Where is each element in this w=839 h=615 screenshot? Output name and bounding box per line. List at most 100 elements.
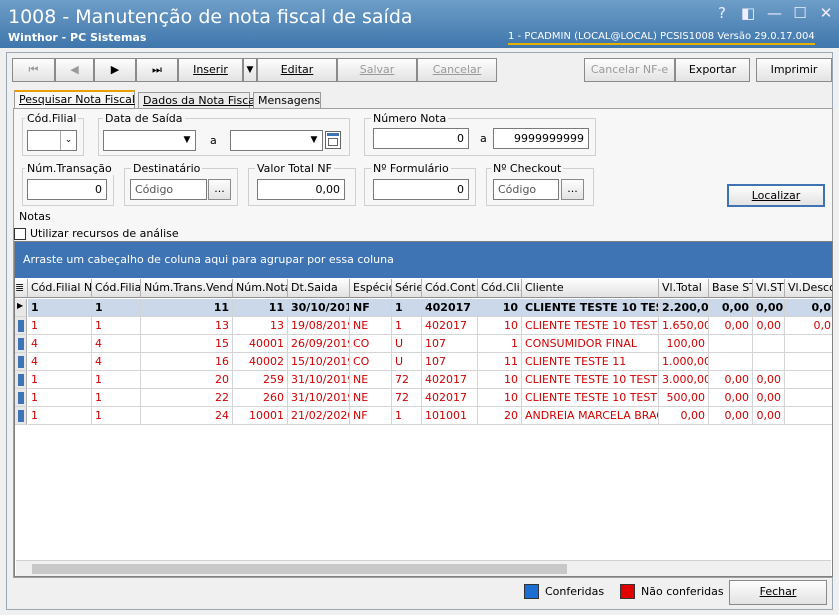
- column-header[interactable]: Cód.Filial: [92, 279, 141, 298]
- table-cell: 22: [141, 389, 233, 407]
- num-formulario-label: Nº Formulário: [371, 162, 451, 175]
- destinatario-input[interactable]: Código: [130, 179, 207, 200]
- fechar-button[interactable]: Fechar: [729, 580, 827, 605]
- column-header[interactable]: Vl.ST: [753, 279, 785, 298]
- column-header[interactable]: Série: [392, 279, 422, 298]
- checkout-search-button[interactable]: ...: [561, 179, 584, 200]
- column-header[interactable]: Vl.Descon: [785, 279, 832, 298]
- column-header[interactable]: Dt.Saida: [288, 279, 350, 298]
- cod-filial-select[interactable]: ⌄: [27, 130, 77, 151]
- restore-layout-icon[interactable]: ◧: [741, 4, 755, 22]
- minimize-icon[interactable]: —: [767, 4, 782, 22]
- table-cell: CLIENTE TESTE 11: [522, 353, 659, 371]
- column-header[interactable]: Espécie: [350, 279, 392, 298]
- table-cell: 0,00: [753, 317, 785, 335]
- column-header[interactable]: Vl.Total: [659, 279, 709, 298]
- nav-first-button[interactable]: ⏮: [12, 58, 55, 82]
- table-cell: CLIENTE TESTE 10 TESTE: [522, 371, 659, 389]
- table-cell: NE: [350, 317, 392, 335]
- tab-pesquisar[interactable]: Pesquisar Nota Fiscal: [14, 90, 135, 109]
- row-indicator: [15, 353, 27, 371]
- nav-last-button[interactable]: ⏭: [136, 58, 178, 82]
- scrollbar-thumb[interactable]: [32, 564, 567, 574]
- maximize-icon[interactable]: ☐: [793, 4, 807, 22]
- toolbar: ⏮ ◀ ▶ ⏭ Inserir ▼ Editar Salvar Cancelar…: [12, 58, 834, 84]
- cod-filial-label: Cód.Filial: [25, 112, 79, 125]
- table-cell: 101001: [422, 407, 478, 425]
- calendar-icon[interactable]: [325, 131, 341, 149]
- table-cell: NF: [350, 407, 392, 425]
- num-checkout-label: Nº Checkout: [491, 162, 564, 175]
- table-cell: 72: [392, 389, 422, 407]
- table-cell: 0,00: [709, 371, 753, 389]
- num-transacao-input[interactable]: 0: [27, 179, 107, 200]
- column-header[interactable]: Núm.Trans.Venda: [141, 279, 233, 298]
- table-cell: U: [392, 353, 422, 371]
- column-header[interactable]: Núm.Nota: [233, 279, 288, 298]
- table-cell: 0,0: [785, 317, 832, 335]
- table-cell: [753, 335, 785, 353]
- data-saida-from-input[interactable]: ▼: [103, 130, 196, 151]
- inserir-button[interactable]: Inserir: [178, 58, 243, 82]
- tab-mensagens[interactable]: Mensagens: [253, 92, 321, 109]
- row-indicator: [15, 389, 27, 407]
- column-chooser-icon[interactable]: ≣: [15, 279, 28, 298]
- inserir-dropdown-button[interactable]: ▼: [243, 58, 257, 82]
- row-indicator: [15, 317, 27, 335]
- table-cell: [785, 371, 832, 389]
- table-cell: 11: [233, 299, 288, 317]
- table-cell: U: [392, 335, 422, 353]
- salvar-button[interactable]: Salvar: [337, 58, 417, 82]
- column-header[interactable]: Cliente: [522, 279, 659, 298]
- help-icon[interactable]: ?: [715, 4, 729, 22]
- table-cell: 11: [478, 353, 522, 371]
- numero-nota-from-input[interactable]: 0: [373, 128, 469, 149]
- table-cell: 1.000,00: [659, 353, 709, 371]
- nav-prev-button[interactable]: ◀: [55, 58, 94, 82]
- table-cell: 0,00: [753, 389, 785, 407]
- table-cell: 4: [28, 335, 92, 353]
- window-title: 1008 - Manutenção de nota fiscal de saíd…: [8, 6, 413, 28]
- table-cell: [785, 407, 832, 425]
- row-indicator: ▶: [15, 299, 27, 317]
- close-icon[interactable]: ✕: [819, 4, 833, 22]
- row-status-marker: ▶: [17, 301, 24, 310]
- numero-nota-to-input[interactable]: 9999999999: [493, 128, 589, 149]
- num-formulario-input[interactable]: 0: [373, 179, 469, 200]
- num-checkout-input[interactable]: Código: [493, 179, 559, 200]
- table-cell: 402017: [422, 299, 478, 317]
- exportar-button[interactable]: Exportar: [675, 58, 750, 82]
- table-cell: 3.000,00: [659, 371, 709, 389]
- analise-checkbox[interactable]: [14, 228, 26, 240]
- conferidas-swatch: [524, 584, 539, 599]
- column-header[interactable]: Cód.Filial NF: [28, 279, 92, 298]
- table-cell: 24: [141, 407, 233, 425]
- tab-dados-nota[interactable]: Dados da Nota Fiscal: [138, 92, 258, 109]
- editar-button[interactable]: Editar: [257, 58, 337, 82]
- imprimir-button[interactable]: Imprimir: [756, 58, 832, 82]
- table-cell: CONSUMIDOR FINAL: [522, 335, 659, 353]
- nav-next-button[interactable]: ▶: [94, 58, 136, 82]
- table-cell: 0,00: [753, 371, 785, 389]
- group-by-area[interactable]: Arraste um cabeçalho de coluna aqui para…: [15, 242, 832, 278]
- table-cell: 402017: [422, 317, 478, 335]
- table-cell: CO: [350, 335, 392, 353]
- column-header[interactable]: Base ST: [709, 279, 753, 298]
- table-cell: 107: [422, 335, 478, 353]
- legend-conferidas: Conferidas: [524, 584, 604, 599]
- destinatario-search-button[interactable]: ...: [208, 179, 231, 200]
- column-header[interactable]: Cód.Cli.: [478, 279, 522, 298]
- table-cell: NE: [350, 389, 392, 407]
- cancelar-button[interactable]: Cancelar: [417, 58, 497, 82]
- table-cell: [709, 353, 753, 371]
- table-cell: NE: [350, 371, 392, 389]
- localizar-button[interactable]: Localizar: [727, 184, 825, 207]
- cancelar-nfe-button[interactable]: Cancelar NF-e: [584, 58, 675, 82]
- destinatario-label: Destinatário: [131, 162, 203, 175]
- data-saida-to-input[interactable]: ▼: [230, 130, 323, 151]
- column-header[interactable]: Cód.Cont.: [422, 279, 478, 298]
- horizontal-scrollbar[interactable]: [16, 560, 831, 576]
- table-cell: [709, 335, 753, 353]
- table-cell: 1: [92, 317, 141, 335]
- valor-total-input[interactable]: 0,00: [257, 179, 345, 200]
